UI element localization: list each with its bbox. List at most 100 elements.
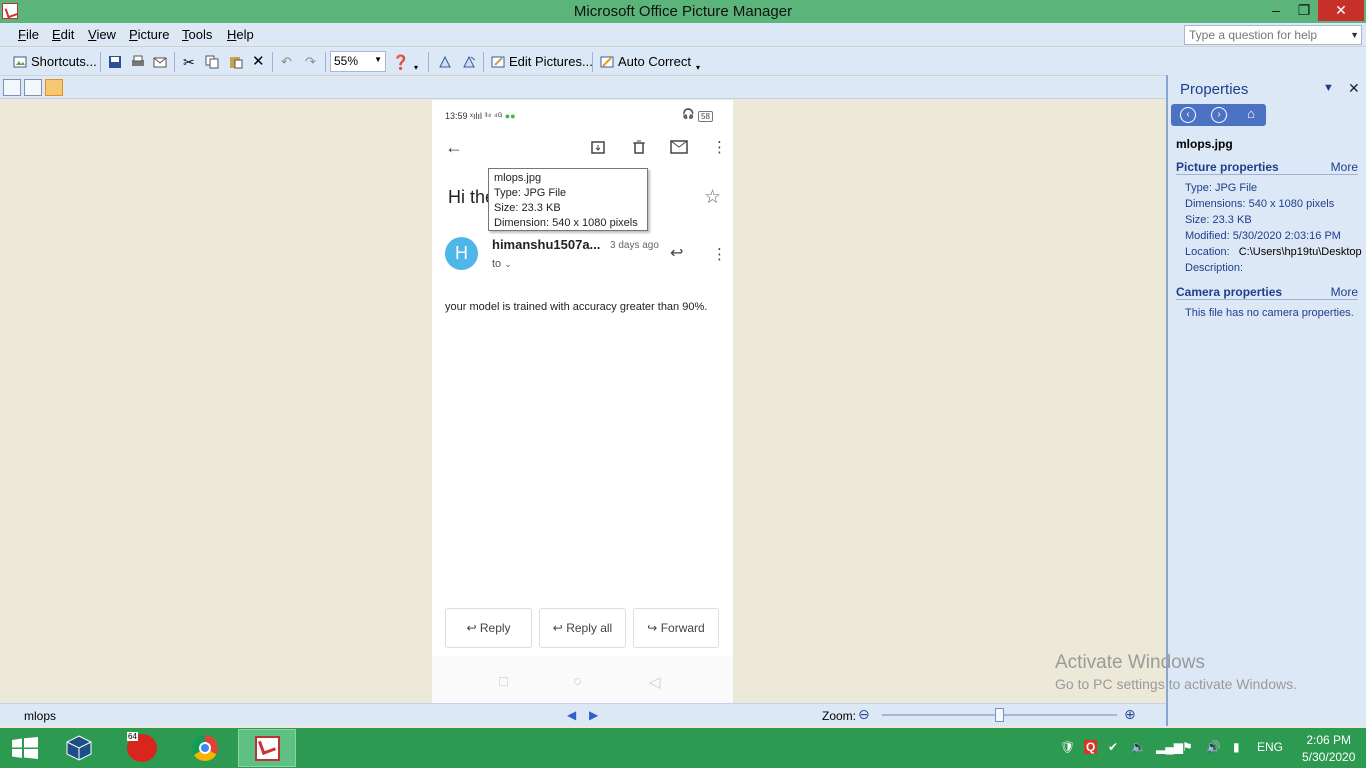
forward-icon: ↪ bbox=[647, 621, 658, 635]
prop-type: Type: JPG File bbox=[1185, 182, 1258, 194]
paste-icon[interactable] bbox=[228, 54, 244, 70]
more-vert-icon: ⋮ bbox=[712, 139, 727, 156]
language-indicator[interactable]: ENG bbox=[1257, 740, 1283, 754]
print-icon[interactable] bbox=[130, 54, 146, 70]
status-filename: mlops bbox=[24, 709, 57, 723]
delete-icon[interactable]: ✕ bbox=[252, 52, 265, 72]
properties-title: Properties bbox=[1180, 81, 1249, 98]
sender-name: himanshu1507a... bbox=[492, 237, 601, 252]
save-icon[interactable] bbox=[107, 54, 123, 70]
menu-tools[interactable]: Tools bbox=[182, 27, 212, 42]
prop-dimensions: Dimensions: 540 x 1080 pixels bbox=[1185, 198, 1335, 210]
email-body: your model is trained with accuracy grea… bbox=[445, 301, 708, 313]
chevron-down-icon: ▼ bbox=[374, 55, 382, 64]
zoom-slider[interactable] bbox=[882, 708, 1117, 722]
view-bar bbox=[0, 77, 1166, 99]
flag-tray-icon[interactable]: ⚑ bbox=[1182, 740, 1193, 754]
mail-icon bbox=[670, 140, 688, 154]
menu-edit[interactable]: Edit bbox=[52, 27, 74, 42]
shortcuts-icon bbox=[13, 56, 27, 68]
quick-heal-tray-icon[interactable]: Q bbox=[1084, 740, 1098, 754]
home-icon: ○ bbox=[573, 673, 583, 690]
network-tray-icon[interactable]: ▂▄▆ bbox=[1156, 740, 1183, 754]
edit-pictures-icon bbox=[491, 56, 505, 68]
redo-icon[interactable]: ↷ bbox=[305, 52, 316, 72]
archive-icon bbox=[591, 141, 605, 154]
minimize-button[interactable]: ‒ bbox=[1262, 0, 1290, 21]
auto-correct-icon bbox=[600, 56, 614, 68]
thumbnail-view-icon[interactable] bbox=[3, 79, 21, 96]
undo-icon[interactable]: ↶ bbox=[281, 52, 292, 72]
pane-menu-icon[interactable]: ▼ bbox=[1323, 82, 1334, 94]
more-link[interactable]: More bbox=[1331, 160, 1358, 174]
phone-nav-bar bbox=[432, 656, 733, 703]
title-bar[interactable]: Microsoft Office Picture Manager ‒ ❐ ✕ bbox=[0, 0, 1366, 23]
email-date: 3 days ago bbox=[610, 240, 659, 251]
forward-button: ↪ Forward bbox=[633, 608, 719, 648]
reply-button: ↩ Reply bbox=[445, 608, 532, 648]
battery-tray-icon[interactable]: ▮ bbox=[1233, 740, 1240, 754]
status-bar: mlops ◀ ▶ Zoom: ⊖ ⊕ bbox=[0, 703, 1166, 726]
zoom-out-icon[interactable]: ⊖ bbox=[858, 706, 870, 723]
back-icon[interactable]: ‹ bbox=[1180, 107, 1196, 123]
single-picture-view-icon[interactable] bbox=[45, 79, 63, 96]
copy-icon[interactable] bbox=[204, 54, 220, 70]
forward-icon[interactable]: › bbox=[1211, 107, 1227, 123]
more-link[interactable]: More bbox=[1331, 285, 1358, 299]
next-picture-icon[interactable]: ▶ bbox=[589, 708, 598, 722]
toolbar-divider bbox=[592, 52, 593, 72]
rotate-left-icon[interactable] bbox=[437, 54, 453, 70]
activate-windows-watermark: Activate Windows Go to PC settings to ac… bbox=[1055, 652, 1297, 692]
app-64-taskbar-icon[interactable]: 64 bbox=[114, 729, 172, 767]
volume-tray-icon[interactable]: 🔈 bbox=[1131, 740, 1146, 754]
zoom-slider-thumb[interactable] bbox=[995, 708, 1004, 722]
email-icon[interactable] bbox=[152, 54, 168, 70]
edit-pictures-button[interactable]: Edit Pictures... bbox=[509, 52, 593, 72]
zoom-in-icon[interactable]: ⊕ bbox=[1124, 706, 1136, 723]
menu-view[interactable]: View bbox=[88, 27, 116, 42]
back-arrow-icon: ← bbox=[445, 137, 463, 157]
security-tray-icon[interactable]: 🛡 bbox=[1060, 740, 1075, 754]
picture-manager-taskbar-icon[interactable] bbox=[238, 729, 296, 767]
home-icon[interactable]: ⌂ bbox=[1243, 107, 1259, 123]
cut-icon[interactable]: ✂ bbox=[183, 52, 195, 72]
prop-modified: Modified: 5/30/2020 2:03:16 PM bbox=[1185, 230, 1341, 242]
star-icon: ☆ bbox=[704, 187, 722, 208]
reply-icon: ↩ bbox=[670, 245, 684, 262]
prop-size: Size: 23.3 KB bbox=[1185, 214, 1252, 226]
auto-correct-button[interactable]: Auto Correct bbox=[618, 52, 691, 72]
reply-all-button: ↩ Reply all bbox=[539, 608, 626, 648]
help-search-input[interactable]: Type a question for help ▼ bbox=[1184, 25, 1362, 45]
more-vert-icon: ⋮ bbox=[712, 246, 727, 263]
toolbar-options-icon[interactable]: ▾ bbox=[414, 58, 418, 78]
properties-pane: Properties ▼ ✕ ‹ › ⌂ mlops.jpg Picture p… bbox=[1166, 75, 1366, 726]
toolbar: Shortcuts... ✂ ✕ ↶ ↷ 55% ▼ ❓ ▾ Edit Pictu… bbox=[0, 48, 1366, 76]
menu-file[interactable]: File bbox=[18, 27, 39, 42]
restore-button[interactable]: ❐ bbox=[1290, 0, 1318, 21]
picture-tooltip: mlops.jpg Type: JPG File Size: 23.3 KB D… bbox=[488, 168, 648, 231]
virtualbox-taskbar-icon[interactable] bbox=[51, 729, 109, 767]
menu-picture[interactable]: Picture bbox=[129, 27, 169, 42]
headphones-icon: 🎧 bbox=[682, 109, 695, 120]
zoom-select[interactable]: 55% ▼ bbox=[330, 51, 386, 72]
close-button[interactable]: ✕ bbox=[1318, 0, 1364, 21]
speaker-tray-icon[interactable]: 🔊 bbox=[1206, 740, 1221, 754]
filmstrip-view-icon[interactable] bbox=[24, 79, 42, 96]
clock[interactable]: 2:06 PM 5/30/2020 bbox=[1302, 733, 1355, 764]
help-icon[interactable]: ❓ bbox=[392, 52, 409, 72]
close-pane-icon[interactable]: ✕ bbox=[1348, 80, 1360, 97]
previous-picture-icon[interactable]: ◀ bbox=[567, 708, 576, 722]
reply-all-icon: ↩ bbox=[552, 621, 563, 635]
chrome-taskbar-icon[interactable] bbox=[176, 729, 234, 767]
rotate-right-icon[interactable] bbox=[461, 54, 477, 70]
toolbar-divider bbox=[174, 52, 175, 72]
toolbar-options-icon[interactable]: ▾ bbox=[696, 58, 700, 78]
windows-start-icon[interactable] bbox=[12, 737, 38, 759]
chevron-down-icon[interactable]: ▼ bbox=[1350, 26, 1359, 44]
menu-help[interactable]: Help bbox=[227, 27, 254, 42]
toolbar-divider bbox=[272, 52, 273, 72]
check-tray-icon[interactable]: ✔ bbox=[1108, 740, 1118, 754]
camera-properties-text: This file has no camera properties. bbox=[1185, 307, 1354, 319]
shortcuts-button[interactable]: Shortcuts... bbox=[31, 52, 97, 72]
avatar: H bbox=[445, 237, 478, 270]
